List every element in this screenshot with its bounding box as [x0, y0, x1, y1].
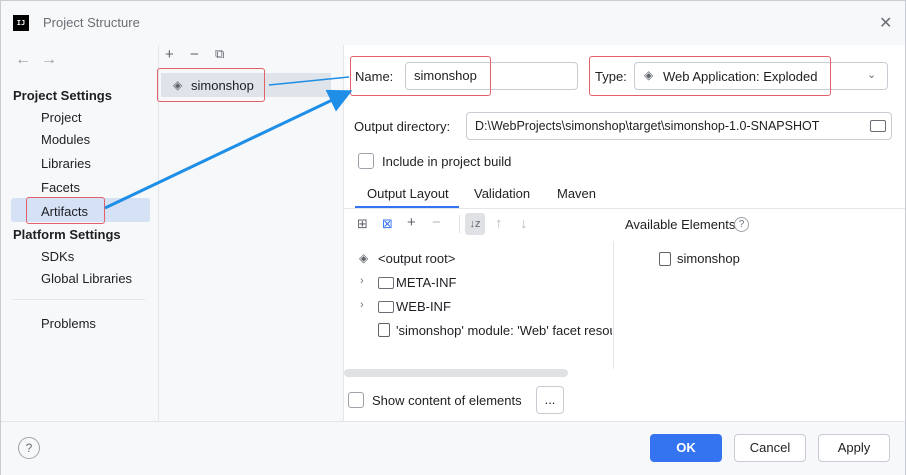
annotation-arrows — [104, 76, 353, 210]
arrow-artifact-to-name — [268, 76, 350, 86]
arrow-artifacts-to-name — [104, 89, 353, 210]
project-structure-dialog: IJ Project Structure ✕ ← → Project Setti… — [0, 0, 906, 475]
